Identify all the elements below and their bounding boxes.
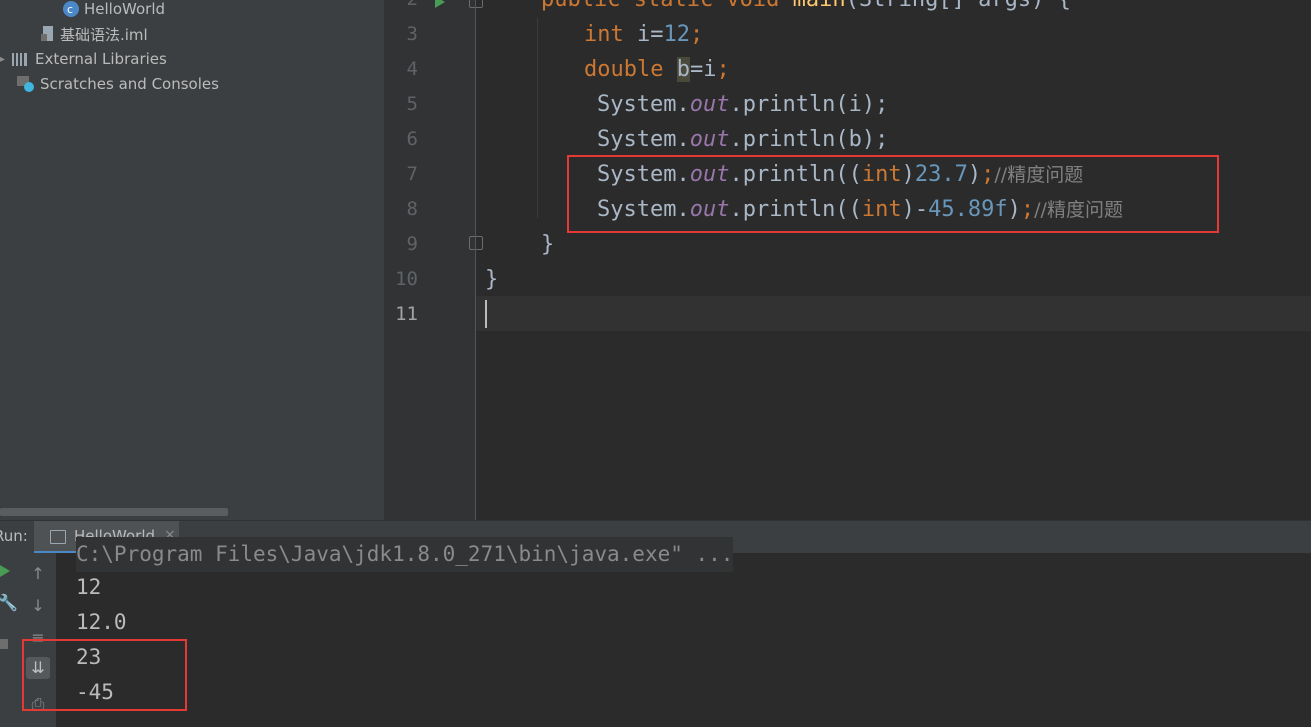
code-text: (String[] args) { [846, 0, 1071, 12]
indent-guide [537, 18, 538, 218]
tree-item-label: HelloWorld [84, 0, 166, 18]
libraries-icon [12, 53, 28, 66]
code-text: System. [597, 127, 690, 152]
line-number: 5 [406, 93, 418, 115]
line-number: 2 [385, 0, 418, 17]
horizontal-scrollbar[interactable] [0, 508, 228, 516]
code-semicolon: ; [716, 57, 730, 82]
line-number: 3 [406, 23, 418, 45]
code-number: 12 [663, 22, 690, 47]
tree-item-scratches[interactable]: Scratches and Consoles [16, 73, 219, 95]
tree-item-helloworld[interactable]: c HelloWorld [62, 0, 165, 20]
tree-item-label: Scratches and Consoles [40, 75, 219, 93]
annotation-box [567, 155, 1219, 233]
tree-item-label: 基础语法.iml [60, 25, 148, 44]
code-line-5[interactable]: System.out.println(i); [597, 87, 888, 122]
current-line-highlight [476, 296, 1311, 331]
code-line-10[interactable]: } [485, 262, 498, 297]
up-arrow-icon[interactable]: ↑ [26, 563, 50, 585]
line-number: 9 [406, 233, 418, 255]
code-variable-highlight: b [676, 57, 690, 82]
command-line: C:\Program Files\Java\jdk1.8.0_271\bin\j… [76, 537, 734, 572]
line-number: 7 [406, 163, 418, 185]
code-text: i= [636, 22, 664, 47]
line-number: 8 [406, 198, 418, 220]
svg-text:c: c [67, 3, 73, 16]
code-keyword: public static void [541, 0, 793, 12]
code-text: } [541, 232, 555, 257]
code-keyword: double [584, 57, 677, 82]
code-line-3[interactable]: int i=12; [584, 17, 703, 52]
code-text: .println(b); [729, 127, 889, 152]
run-label: Run: [0, 527, 28, 545]
fold-icon[interactable] [469, 0, 483, 8]
text-caret [485, 300, 487, 328]
code-method-name: main [793, 0, 846, 12]
console-output[interactable]: C:\Program Files\Java\jdk1.8.0_271\bin\j… [56, 537, 1311, 727]
stop-icon[interactable] [0, 639, 8, 649]
code-line-6[interactable]: System.out.println(b); [597, 122, 888, 157]
fold-icon[interactable] [469, 236, 483, 250]
code-field: out [689, 127, 730, 152]
output-line: 12 [76, 575, 102, 599]
tree-item-iml[interactable]: 基础语法.iml [40, 23, 148, 45]
console-icon [50, 530, 66, 544]
gutter-separator [475, 0, 476, 520]
code-line-9[interactable]: } [541, 227, 554, 262]
code-text: .println(i); [729, 92, 889, 117]
java-class-icon: c [63, 1, 79, 17]
line-number: 4 [406, 58, 418, 80]
code-semicolon: ; [689, 22, 704, 47]
run-icon[interactable] [0, 565, 10, 577]
annotation-box [22, 639, 187, 711]
output-line: 12.0 [76, 610, 127, 634]
tree-item-label: External Libraries [35, 50, 167, 68]
project-panel: c HelloWorld 基础语法.iml ▸ External Librari… [0, 0, 384, 520]
code-field: out [689, 92, 730, 117]
line-number: 6 [406, 128, 418, 150]
code-line-2[interactable]: public static void main(String[] args) { [541, 0, 1071, 17]
line-number: 10 [395, 268, 418, 290]
code-text: =i [689, 57, 717, 82]
code-line-4[interactable]: double b=i; [584, 52, 730, 87]
code-text: } [485, 267, 499, 292]
tree-item-external-libraries[interactable]: ▸ External Libraries [0, 48, 167, 70]
wrench-icon[interactable]: 🔧 [0, 593, 18, 612]
code-editor[interactable]: 2 3 4 5 6 7 8 9 10 11 public static void… [385, 0, 1311, 520]
chevron-right-icon[interactable]: ▸ [0, 54, 5, 65]
down-arrow-icon[interactable]: ↓ [26, 595, 50, 617]
editor-gutter: 2 3 4 5 6 7 8 9 10 11 [385, 0, 483, 520]
scratches-icon [17, 76, 34, 92]
code-keyword: int [584, 22, 637, 47]
code-text: System. [597, 92, 690, 117]
run-gutter-icon[interactable] [435, 0, 445, 8]
line-number: 11 [395, 303, 418, 325]
module-file-icon [41, 26, 53, 41]
